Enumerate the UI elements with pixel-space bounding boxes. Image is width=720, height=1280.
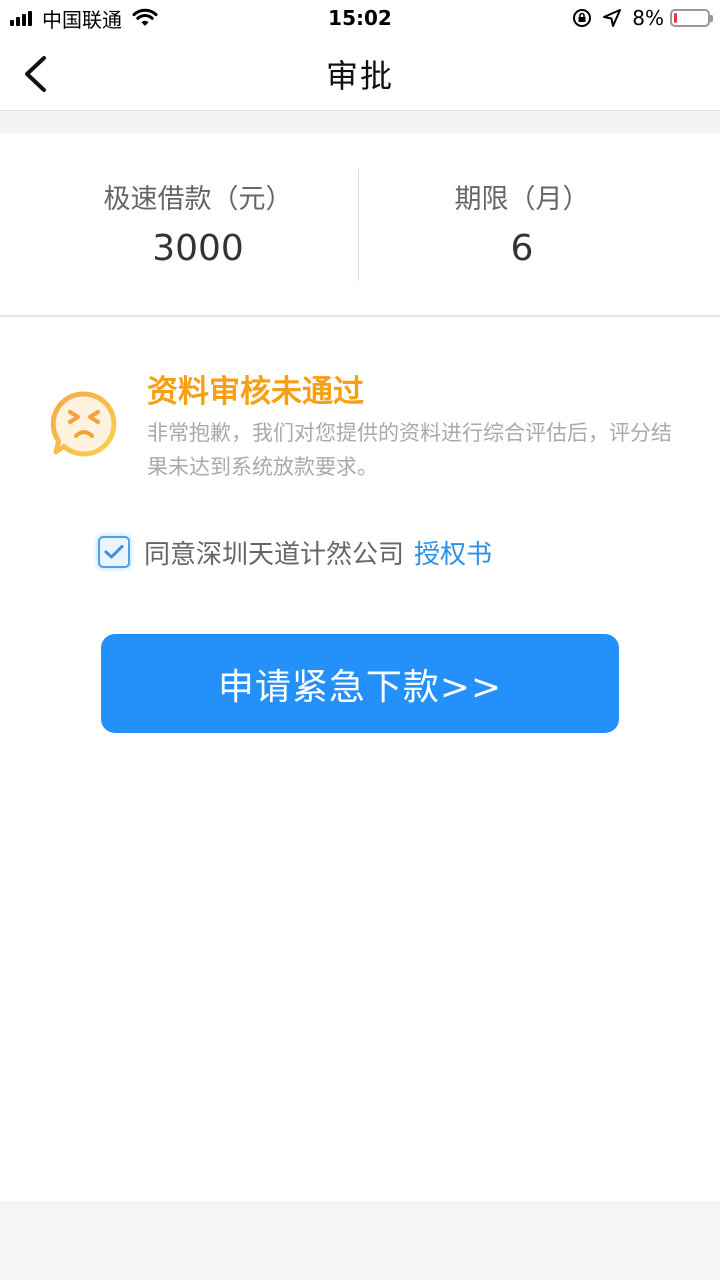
result-description: 非常抱歉，我们对您提供的资料进行综合评估后，评分结果未达到系统放款要求。 <box>147 421 672 479</box>
loan-amount-value: 3000 <box>152 228 244 269</box>
section-gap <box>0 111 720 133</box>
authorization-link[interactable]: 授权书 <box>414 534 492 571</box>
loan-summary: 极速借款（元） 3000 期限（月） 6 <box>0 133 720 317</box>
status-bar: 中国联通 15:02 8% <box>0 0 720 36</box>
page-title: 审批 <box>325 57 394 95</box>
loan-term-column: 期限（月） 6 <box>360 133 684 315</box>
battery-icon <box>670 9 713 27</box>
orientation-lock-icon <box>573 9 592 27</box>
battery-percent: 8% <box>632 6 664 30</box>
agreement-checkbox[interactable] <box>98 536 130 568</box>
bottom-bar <box>0 1201 720 1280</box>
apply-emergency-loan-button[interactable]: 申请紧急下款>> <box>101 634 619 733</box>
result-title: 资料审核未通过 <box>147 374 364 410</box>
loan-term-label: 期限（月） <box>454 184 590 215</box>
status-right: 8% <box>572 6 713 30</box>
summary-divider <box>358 169 359 281</box>
loan-amount-column: 极速借款（元） 3000 <box>36 133 360 315</box>
battery-level <box>674 13 677 23</box>
location-icon <box>603 9 622 27</box>
agreement-row: 同意深圳天道计然公司 授权书 <box>98 532 492 572</box>
loan-term-value: 6 <box>510 228 534 269</box>
loan-amount-label: 极速借款（元） <box>103 184 293 215</box>
checkmark-icon <box>104 545 124 559</box>
sad-face-chat-icon <box>50 391 117 457</box>
nav-bar: 审批 <box>0 36 720 111</box>
agreement-text: 同意深圳天道计然公司 <box>144 539 405 570</box>
